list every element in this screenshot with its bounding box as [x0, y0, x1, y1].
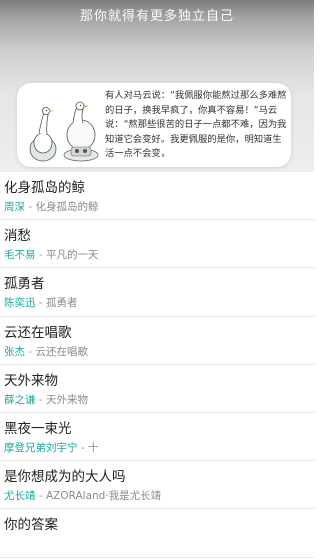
- song-title: 天外来物: [4, 372, 58, 389]
- song-meta: 张杰 - 云还在唱歌: [4, 344, 88, 359]
- song-separator: -: [35, 490, 46, 503]
- song-row[interactable]: 消愁 毛不易 - 平凡的一天: [0, 220, 314, 269]
- song-artist: 摩登兄弟刘宇宁: [4, 441, 78, 454]
- song-row[interactable]: 云还在唱歌 张杰 - 云还在唱歌: [0, 317, 314, 365]
- song-separator: -: [35, 393, 46, 406]
- song-title: 化身孤岛的鲸: [4, 180, 85, 196]
- quote-text: 有人对马云说：“我佩服你能熬过那么多难熬的日子，换我早疯了，你真不容易！”马云说…: [105, 90, 287, 159]
- song-artist: 周深: [4, 201, 25, 213]
- duck-illustration: [29, 101, 99, 162]
- song-artist: 尤长靖: [4, 490, 36, 503]
- song-separator: -: [77, 441, 88, 454]
- quote-card[interactable]: 有人对马云说：“我佩服你能熬过那么多难熬的日子，换我早疯了，你真不容易！”马云说…: [17, 83, 291, 167]
- song-list: 化身孤岛的鲸 周深 - 化身孤岛的鲸 消愁 毛不易 - 平凡的一天 孤勇者 陈奕…: [0, 172, 314, 558]
- song-meta: 摩登兄弟刘宇宁 - 十: [4, 440, 98, 455]
- song-separator: -: [25, 201, 36, 213]
- song-title: 是你想成为的大人吗: [4, 469, 126, 486]
- song-album: 孤勇者: [45, 297, 78, 310]
- song-meta: 毛不易 - 平凡的一天: [4, 247, 98, 262]
- song-meta: 陈奕迅 - 孤勇者: [4, 295, 77, 310]
- song-separator: -: [35, 249, 46, 262]
- header-banner: 那你就得有更多独立自己 有人对马云说：“我佩服你能熬过那么多难熬的日子，换我早疯…: [0, 0, 314, 172]
- song-title: 你的答案: [4, 517, 58, 534]
- song-album: 十: [87, 441, 99, 454]
- song-meta: 周深 - 化身孤岛的鲸: [4, 199, 98, 214]
- song-title: 云还在唱歌: [4, 324, 72, 341]
- song-album: 云还在唱歌: [35, 345, 88, 358]
- song-artist: 薛之谦: [4, 393, 36, 406]
- song-row[interactable]: 孤勇者 陈奕迅 - 孤勇者: [0, 268, 314, 317]
- song-separator: -: [25, 345, 36, 358]
- song-row[interactable]: 化身孤岛的鲸 周深 - 化身孤岛的鲸: [0, 172, 314, 221]
- song-artist: 张杰: [4, 345, 25, 358]
- song-meta: 薛之谦 - 天外来物: [4, 392, 88, 407]
- song-title: 消愁: [4, 228, 31, 245]
- song-row[interactable]: 黑夜一束光 摩登兄弟刘宇宁 - 十: [0, 413, 314, 462]
- song-artist: 毛不易: [4, 249, 36, 262]
- song-album: 平凡的一天: [45, 249, 99, 262]
- song-meta: 尤长靖 - AZORAland·我是尤长靖: [4, 488, 161, 503]
- song-row[interactable]: 天外来物 薛之谦 - 天外来物: [0, 365, 314, 413]
- song-album: AZORAland·我是尤长靖: [45, 490, 162, 503]
- song-artist: 陈奕迅: [4, 297, 36, 310]
- song-album: 天外来物: [45, 393, 88, 406]
- song-album: 化身孤岛的鲸: [35, 201, 99, 213]
- song-title: 黑夜一束光: [4, 420, 72, 437]
- song-title: 孤勇者: [4, 276, 45, 293]
- song-separator: -: [35, 297, 46, 310]
- song-row[interactable]: 你的答案: [0, 509, 314, 558]
- song-row[interactable]: 是你想成为的大人吗 尤长靖 - AZORAland·我是尤长靖: [0, 461, 314, 510]
- header-title: 那你就得有更多独立自己: [79, 9, 234, 24]
